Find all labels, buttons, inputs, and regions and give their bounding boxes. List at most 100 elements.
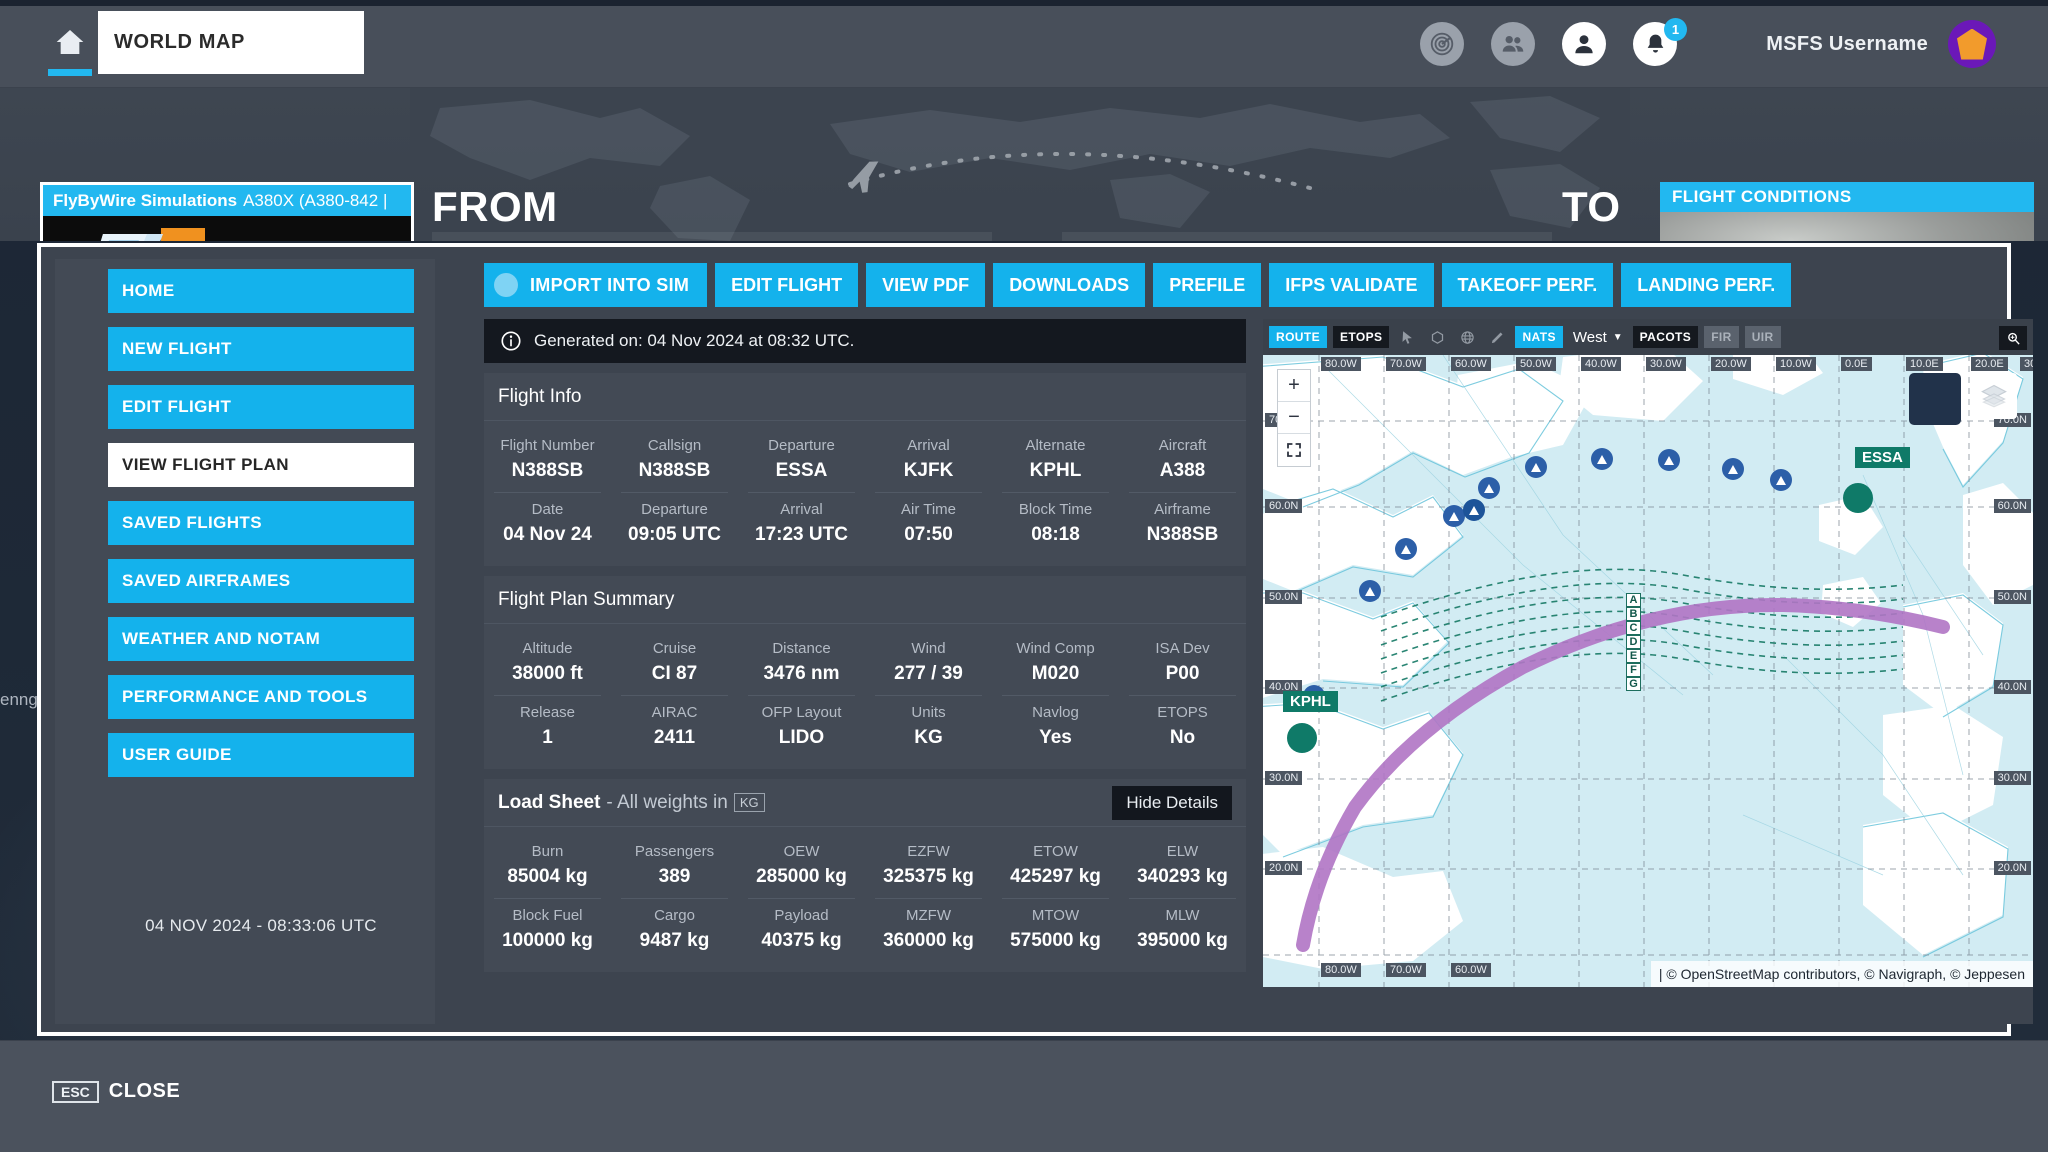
field-value: 325375 kg [883, 866, 974, 887]
field-label: Block Fuel [512, 907, 583, 924]
map-direction-select[interactable]: West ▼ [1569, 329, 1627, 346]
view-pdf-button[interactable]: VIEW PDF [866, 263, 986, 307]
lon-label: 20.0W [1711, 357, 1751, 371]
hide-details-button[interactable]: Hide Details [1112, 785, 1232, 820]
field-label: Departure [768, 437, 835, 454]
field-oew: OEW 285000 kg [738, 835, 865, 898]
hexagon-icon[interactable] [1425, 326, 1449, 348]
field-alternate: Alternate KPHL [992, 429, 1119, 492]
field-release: Release 1 [494, 695, 601, 759]
field-label: Burn [531, 843, 564, 860]
load-sheet-grid: Burn 85004 kg Passengers 389 OEW 285000 kg … [484, 827, 1246, 972]
map-search-icon[interactable] [1999, 326, 2027, 350]
radar-icon[interactable] [1420, 22, 1464, 66]
pencil-icon[interactable] [1485, 326, 1509, 348]
field-value: 360000 kg [883, 930, 974, 951]
field-value: N388SB [638, 460, 711, 481]
map-zoom-controls: + − [1277, 369, 1311, 467]
sidebar-item-saved-airframes[interactable]: SAVED AIRFRAMES [108, 559, 414, 603]
waypoint-marker[interactable] [1658, 449, 1680, 471]
aircraft-card[interactable]: FlyByWire Simulations A380X (A380-842 | [40, 182, 414, 241]
waypoint-marker[interactable] [1591, 448, 1613, 470]
waypoint-marker[interactable] [1525, 456, 1547, 478]
waypoint-marker[interactable] [1359, 580, 1381, 602]
sidebar-item-view-flight-plan[interactable]: VIEW FLIGHT PLAN [108, 443, 414, 487]
close-control[interactable]: ESC CLOSE [52, 1080, 180, 1103]
arrival-input[interactable]: SELECT ARRIVAL [1062, 232, 1552, 241]
field-aircraft: Aircraft A388 [1119, 429, 1246, 492]
sidebar-item-performance-and-tools[interactable]: PERFORMANCE AND TOOLS [108, 675, 414, 719]
group-icon[interactable] [1491, 22, 1535, 66]
map-route-toggle[interactable]: ROUTE [1269, 326, 1327, 348]
home-icon[interactable] [46, 26, 94, 72]
field-label: Wind Comp [1016, 640, 1095, 657]
field-label: ETOPS [1157, 704, 1208, 721]
sidebar-item-user-guide[interactable]: USER GUIDE [108, 733, 414, 777]
waypoint-marker-top[interactable] [1463, 499, 1485, 521]
prefile-button[interactable]: PREFILE [1153, 263, 1262, 307]
takeoff-perf-button[interactable]: TAKEOFF PERF. [1441, 263, 1614, 307]
field-label: MLW [1165, 907, 1200, 924]
lat-label: 40.0N [1993, 680, 2031, 694]
waypoint-marker[interactable] [1443, 505, 1465, 527]
zoom-in-button[interactable]: + [1278, 370, 1310, 402]
profile-icon[interactable] [1562, 22, 1606, 66]
field-wind: Wind 277 / 39 [865, 632, 992, 695]
flight-info-header: Flight Info [484, 373, 1246, 421]
lat-label: 60.0N [1993, 499, 2031, 513]
field-label: Units [911, 704, 946, 721]
ifps-validate-button[interactable]: IFPS VALIDATE [1269, 263, 1434, 307]
downloads-button[interactable]: DOWNLOADS [993, 263, 1146, 307]
sidebar-item-saved-flights[interactable]: SAVED FLIGHTS [108, 501, 414, 545]
flight-conditions-card[interactable]: FLIGHT CONDITIONS [1660, 182, 2034, 241]
lat-label: 20.0N [1265, 861, 1303, 875]
edit-flight-button[interactable]: EDIT FLIGHT [715, 263, 859, 307]
sidebar-item-weather-and-notam[interactable]: WEATHER AND NOTAM [108, 617, 414, 661]
import-into-sim-button[interactable]: IMPORT INTO SIM [484, 263, 708, 307]
field-value: 04 Nov 24 [503, 524, 592, 545]
lon-label: 40.0W [1581, 357, 1621, 371]
field-value: 389 [658, 866, 691, 887]
field-label: Departure [641, 501, 708, 518]
map-etops-toggle[interactable]: ETOPS [1333, 326, 1390, 348]
map-style-dark-button[interactable] [1909, 373, 1961, 425]
sidebar-item-new-flight[interactable]: NEW FLIGHT [108, 327, 414, 371]
globe-icon[interactable] [1455, 326, 1479, 348]
waypoint-marker[interactable] [1478, 477, 1500, 499]
field-mzfw: MZFW 360000 kg [875, 898, 982, 962]
airport-marker-essa[interactable] [1843, 483, 1873, 513]
field-label: EZFW [907, 843, 950, 860]
fullscreen-icon[interactable] [1278, 434, 1310, 466]
map-nats-toggle[interactable]: NATS [1515, 326, 1563, 348]
field-label: Navlog [1032, 704, 1079, 721]
field-value: 40375 kg [761, 930, 842, 951]
departure-input[interactable]: SELECT DEPARTURE [432, 232, 992, 241]
waypoint-marker[interactable] [1395, 538, 1417, 560]
load-sheet-unit-chip: KG [733, 793, 765, 812]
avatar[interactable] [1948, 20, 1996, 68]
map-uir-toggle[interactable]: UIR [1744, 326, 1781, 348]
map-pacots-toggle[interactable]: PACOTS [1632, 326, 1699, 348]
zoom-out-button[interactable]: − [1278, 402, 1310, 434]
ls-row-2: Block Fuel 100000 kg Cargo 9487 kg Payload… [484, 898, 1246, 962]
cursor-icon[interactable] [1395, 326, 1419, 348]
lon-label-bottom: 60.0W [1451, 963, 1491, 977]
map-fir-toggle[interactable]: FIR [1704, 326, 1739, 348]
field-label: Wind [911, 640, 946, 657]
map-canvas[interactable]: + − 80.0W 70.0W 60.0W 50.0W 40.0W 30.0W … [1263, 355, 2033, 987]
field-value: 17:23 UTC [755, 524, 848, 545]
field-label: Payload [774, 907, 829, 924]
field-label: Cruise [652, 640, 697, 657]
field-label: Passengers [634, 843, 715, 860]
field-label: Date [531, 501, 564, 518]
layers-icon[interactable] [1971, 373, 2017, 419]
sidebar-item-edit-flight[interactable]: EDIT FLIGHT [108, 385, 414, 429]
landing-perf-button[interactable]: LANDING PERF. [1621, 263, 1792, 307]
airport-marker-kphl[interactable] [1287, 723, 1317, 753]
waypoint-marker[interactable] [1770, 469, 1792, 491]
waypoint-marker[interactable] [1722, 458, 1744, 480]
stray-text: enng [0, 690, 38, 709]
aircraft-model: A380X (A380-842 | [243, 190, 388, 210]
sidebar-item-home[interactable]: HOME [108, 269, 414, 313]
tab-world-map[interactable]: WORLD MAP [98, 11, 364, 74]
